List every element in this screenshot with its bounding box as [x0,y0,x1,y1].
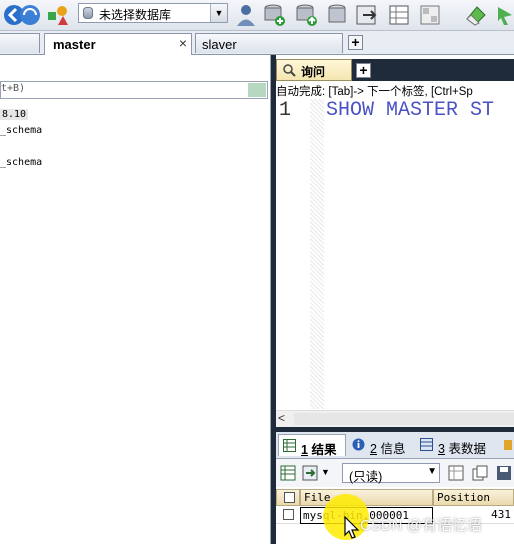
database-upload-icon[interactable] [294,3,318,27]
scroll-track[interactable] [294,413,514,425]
row-checkbox[interactable] [283,509,294,520]
database-icon [83,7,93,19]
result-toolbar: ▼ (只读) ▼ [276,459,514,487]
database-select[interactable]: 未选择数据库 ▼ [78,3,228,23]
database-add-icon[interactable] [262,3,286,27]
grid-view-icon[interactable] [280,465,296,481]
table-icon[interactable] [387,3,411,27]
tab-result-label: 结果 [311,443,337,457]
tab-master[interactable]: master × [44,33,192,55]
tab-master-label: master [53,37,96,52]
column-header-position[interactable]: Position [433,489,514,506]
export-icon[interactable] [355,3,379,27]
chevron-down-icon[interactable]: ▼ [210,4,227,22]
tab-info[interactable]: 2 信息 [348,434,414,456]
grid-result-icon [283,439,296,452]
line-gutter: 1 [276,99,310,409]
close-icon[interactable]: × [179,35,187,51]
eraser-icon[interactable] [463,3,487,27]
tab-info-label: 信息 [380,442,406,456]
add-query-tab-button[interactable]: + [356,63,371,78]
readonly-select[interactable]: (只读) ▼ [342,463,440,484]
object-filter-input[interactable]: t+B) [0,81,268,99]
user-icon[interactable] [234,3,258,27]
tab-table-data-label: 表数据 [448,442,486,456]
chevron-down-icon[interactable]: ▼ [321,467,330,477]
scroll-left-icon[interactable]: < [278,411,285,425]
query-tabs: 询问 + [276,59,514,81]
tree-item-server[interactable]: 8.10 [0,109,29,120]
database-stack-icon[interactable] [325,3,349,27]
tab-slaver-label: slaver [202,37,237,52]
add-connection-tab-button[interactable]: + [348,35,363,50]
column-header-file[interactable]: File [300,489,433,506]
tab-result-number: 1 [301,443,308,457]
mouse-pointer-icon [344,516,360,539]
shapes-icon[interactable] [46,3,70,27]
tab-table-data[interactable]: 3 表数据 [416,434,504,456]
watermark: CSDN @有语忆语 [360,517,482,534]
autocomplete-hint: 自动完成: [Tab]-> 下一个标签, [Ctrl+Sp [276,86,473,98]
tab-info-number: 2 [370,442,377,456]
info-icon [352,438,365,451]
fold-margin [310,99,324,409]
select-all-header[interactable] [276,489,300,506]
export-result-icon[interactable] [302,465,318,481]
tree-item-schema[interactable]: _schema [0,157,42,168]
object-browser: t+B) 8.10 _schema _schema [0,55,271,544]
filter-button[interactable] [248,83,266,97]
database-select-value: 未选择数据库 [99,8,172,22]
tab-query[interactable]: 询问 [276,59,352,81]
globe-refresh-icon[interactable] [18,3,42,27]
table-data-icon [420,438,433,451]
readonly-select-value: (只读) [349,470,383,484]
grid-icon[interactable] [418,3,442,27]
tree-item-schema[interactable]: _schema [0,125,42,136]
tab-table-data-number: 3 [438,442,445,456]
chevron-down-icon[interactable]: ▼ [427,466,437,477]
arrow-icon[interactable] [494,3,514,27]
tab-result[interactable]: 1 结果 [278,434,346,457]
tab-previous[interactable] [0,33,40,53]
tab-query-label: 询问 [301,65,326,79]
sql-code[interactable]: SHOW MASTER ST [326,99,494,122]
connection-tabs: master × slaver + [0,31,514,55]
copy-row-icon[interactable] [472,465,488,481]
main-toolbar: 未选择数据库 ▼ [0,0,514,31]
query-icon [283,64,296,77]
query-panel: 询问 + 自动完成: [Tab]-> 下一个标签, [Ctrl+Sp 1 SHO… [276,55,514,544]
save-icon[interactable] [496,465,512,481]
result-tabs: 1 结果 2 信息 3 表数据 [276,432,514,459]
tab-overflow[interactable] [504,434,514,456]
editor-horizontal-scrollbar[interactable]: < [276,410,514,427]
row-selector[interactable] [276,507,300,524]
filter-hint: t+B) [1,83,26,94]
sql-editor[interactable]: 1 SHOW MASTER ST [276,99,514,409]
tab-slaver[interactable]: slaver [195,33,343,53]
line-number: 1 [279,99,292,122]
add-row-icon[interactable] [448,465,464,481]
select-all-checkbox[interactable] [284,492,295,503]
